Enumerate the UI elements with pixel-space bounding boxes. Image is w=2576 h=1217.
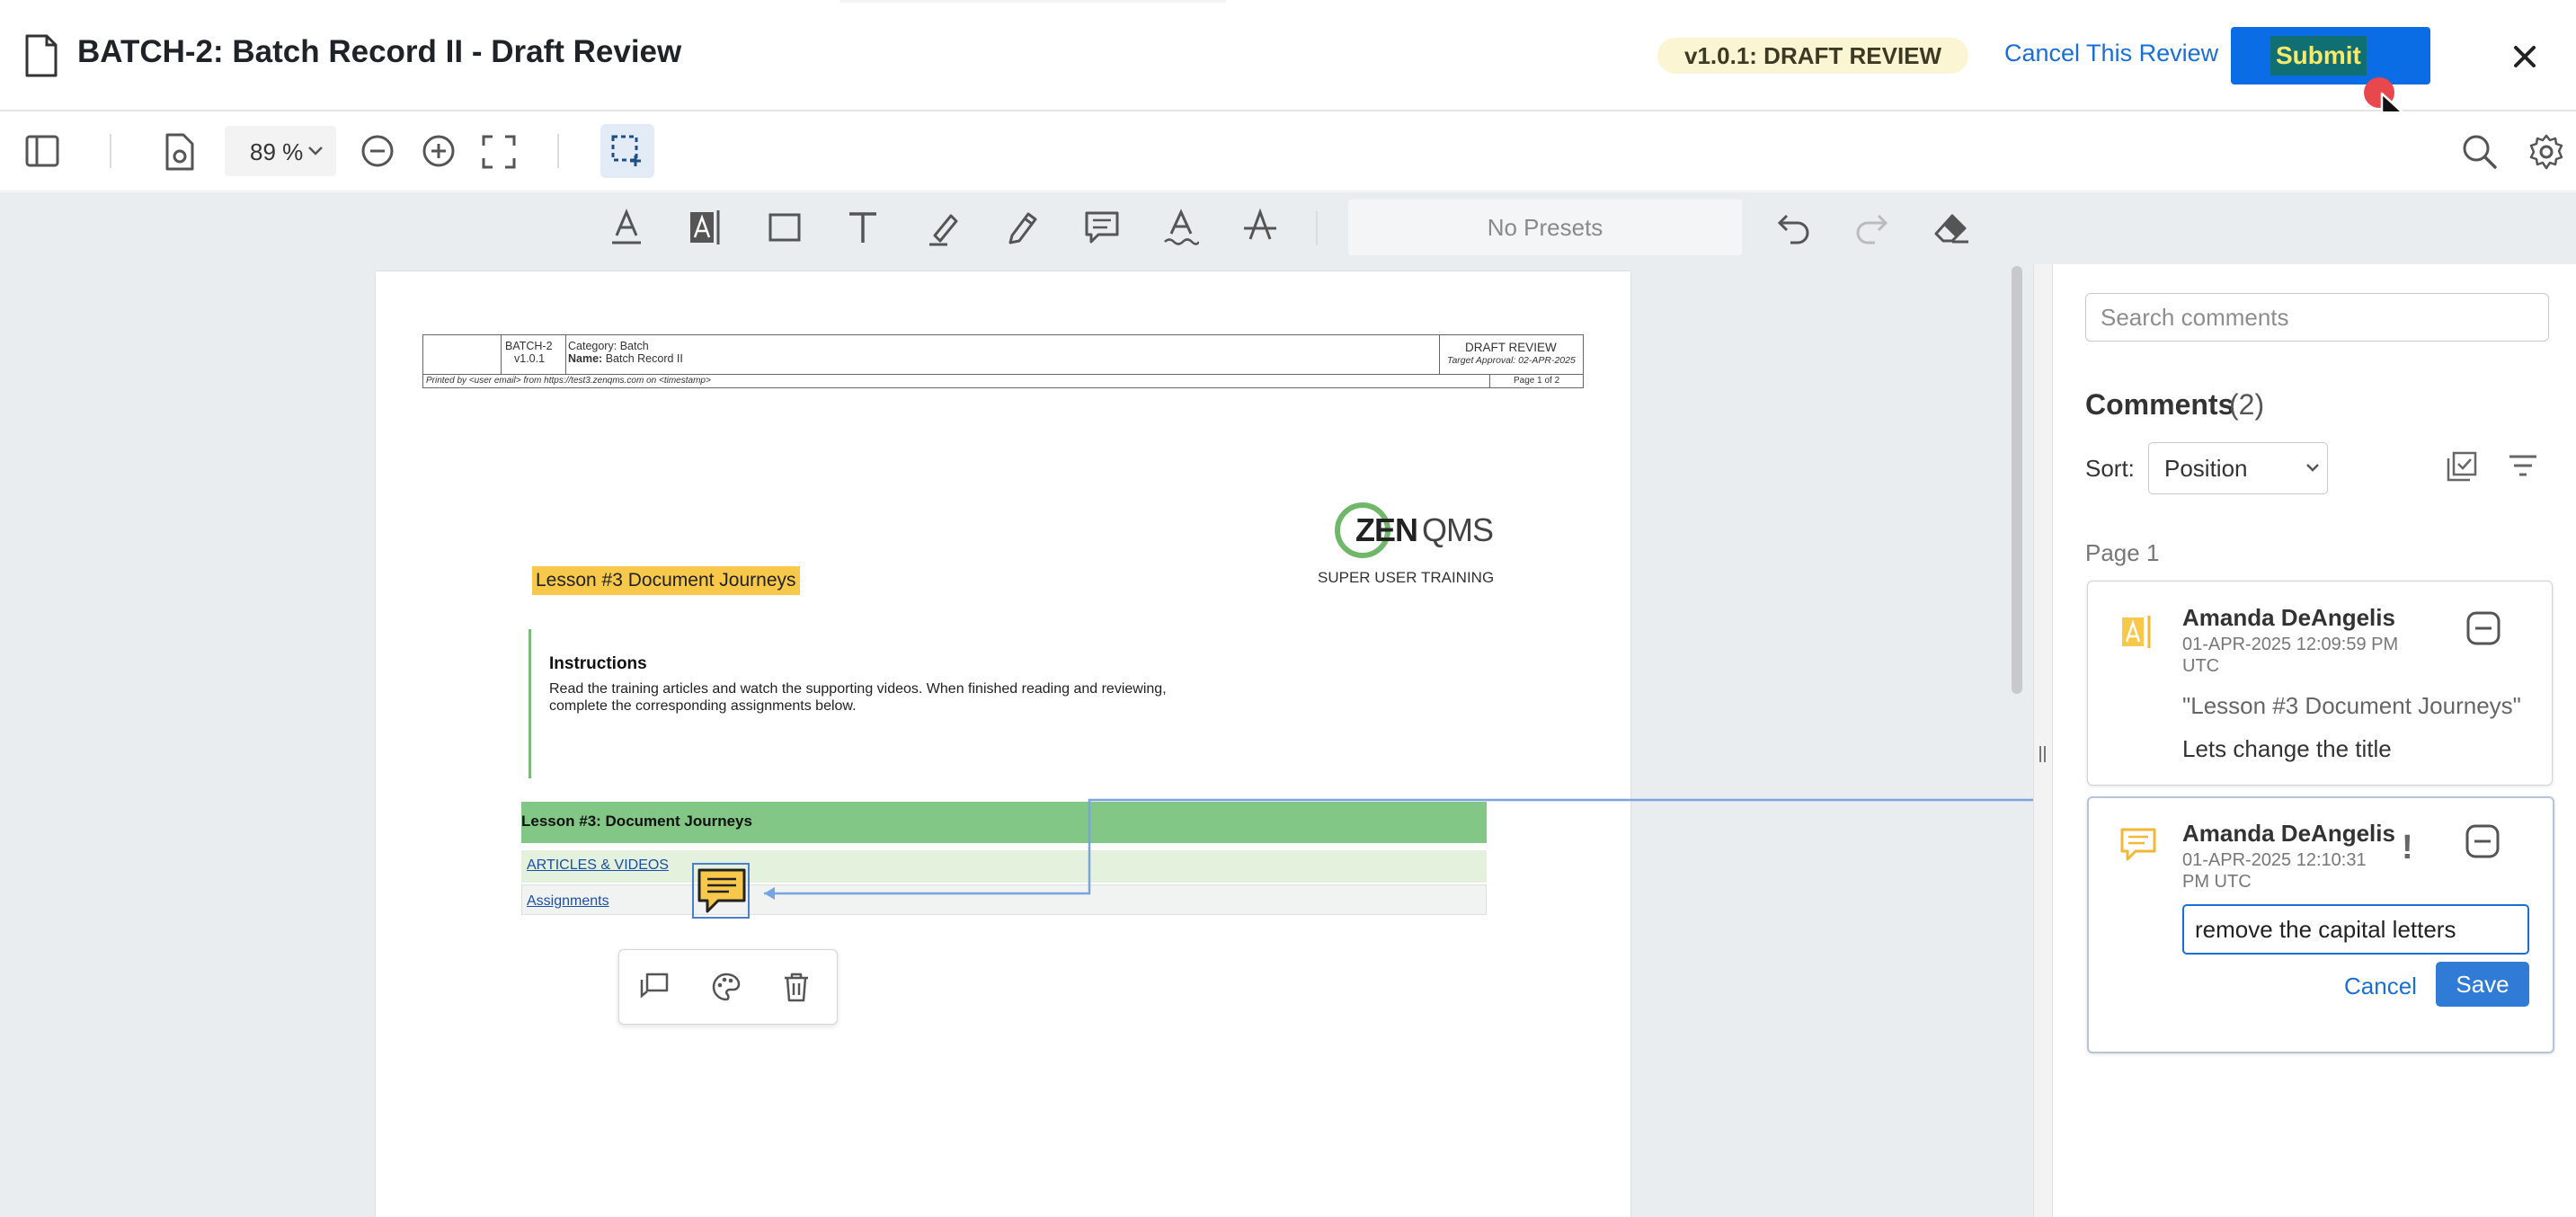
- submit-button-label: Submit: [2270, 36, 2367, 76]
- squiggly-icon[interactable]: [1163, 209, 1199, 246]
- text-underline-icon[interactable]: [609, 209, 644, 246]
- comment-edit-input[interactable]: [2182, 904, 2529, 955]
- logo-subtitle: SUPER USER TRAINING: [1318, 569, 1495, 586]
- page-settings-icon[interactable]: [164, 133, 196, 171]
- close-icon[interactable]: [2509, 41, 2540, 72]
- annotation-popup: [618, 949, 838, 1025]
- free-hand-icon[interactable]: [1005, 209, 1039, 246]
- document-icon: [23, 34, 59, 77]
- note-comment-icon: [697, 866, 747, 917]
- page-title: BATCH-2: Batch Record II - Draft Review: [77, 34, 682, 69]
- comments-heading: Comments: [2085, 388, 2234, 421]
- doc-code: BATCH-2: [505, 340, 553, 352]
- collapse-icon[interactable]: [2465, 610, 2501, 646]
- toolbar-divider: [557, 134, 559, 168]
- sidebar-toggle-icon[interactable]: [25, 135, 59, 167]
- checklist-icon[interactable]: [2447, 451, 2477, 482]
- collapse-icon[interactable]: [2465, 823, 2500, 859]
- instructions-text: complete the corresponding assignments b…: [549, 698, 857, 714]
- viewer-scrollbar[interactable]: [2012, 266, 2022, 694]
- eraser-icon[interactable]: [1932, 210, 1970, 244]
- doc-status: DRAFT REVIEW: [1465, 341, 1557, 354]
- version-status-badge: v1.0.1: DRAFT REVIEW: [1657, 38, 1969, 74]
- instructions-accent-bar: [529, 629, 531, 778]
- fullscreen-icon[interactable]: [482, 135, 516, 169]
- doc-version: v1.0.1: [514, 352, 546, 365]
- doc-name: Name: Batch Record II: [568, 352, 683, 365]
- document-page[interactable]: [376, 271, 1630, 1217]
- text-highlight-icon[interactable]: [688, 209, 723, 246]
- highlighted-lesson-title[interactable]: Lesson #3 Document Journeys: [532, 566, 800, 595]
- cancel-edit-button[interactable]: Cancel: [2344, 973, 2417, 1000]
- trash-icon[interactable]: [783, 972, 810, 1002]
- comment-icon[interactable]: [1084, 210, 1120, 244]
- instructions-heading: Instructions: [549, 654, 647, 673]
- zoom-level: 89 %: [250, 138, 304, 165]
- chevron-down-icon: [307, 146, 324, 156]
- palette-icon[interactable]: [711, 972, 742, 1002]
- annotation-toolbar: [0, 192, 2576, 264]
- instructions-text: Read the training articles and watch the…: [549, 681, 1167, 697]
- zoom-out-icon[interactable]: [360, 133, 395, 169]
- zoom-in-icon[interactable]: [421, 133, 457, 169]
- search-comments-input[interactable]: [2085, 293, 2549, 342]
- comment-author: Amanda DeAngelis: [2182, 820, 2395, 847]
- comment-quote: "Lesson #3 Document Journeys": [2182, 692, 2521, 719]
- assignments-row: [521, 884, 1487, 915]
- cancel-review-link[interactable]: Cancel This Review: [2004, 40, 2218, 67]
- comment-body: Lets change the title: [2182, 735, 2392, 762]
- submit-button[interactable]: Submit: [2231, 27, 2430, 84]
- doc-target-approval: Target Approval: 02-APR-2025: [1447, 355, 1576, 366]
- articles-videos-link[interactable]: ARTICLES & VIDEOS: [527, 857, 669, 874]
- toolbar-divider: [110, 134, 111, 168]
- comment-timestamp: UTC: [2182, 656, 2220, 676]
- sticky-note-annotation[interactable]: [692, 863, 750, 919]
- comment-timestamp: PM UTC: [2182, 872, 2252, 892]
- comment-timestamp: 01-APR-2025 12:09:59 PM: [2182, 635, 2399, 654]
- filter-icon[interactable]: [2508, 453, 2538, 478]
- comments-page-group: Page 1: [2085, 539, 2160, 566]
- highlight-comment-icon: [2120, 614, 2153, 650]
- presets-dropdown[interactable]: No Presets: [1348, 200, 1742, 255]
- search-icon[interactable]: [2461, 133, 2499, 171]
- sort-label: Sort:: [2085, 455, 2135, 482]
- panel-resize-handle[interactable]: [2033, 264, 2053, 1217]
- text-icon[interactable]: [847, 210, 879, 244]
- undo-icon[interactable]: [1776, 212, 1812, 244]
- comment-author: Amanda DeAngelis: [2182, 604, 2395, 631]
- redo-icon[interactable]: [1853, 212, 1889, 244]
- chevron-down-icon: [2305, 463, 2320, 473]
- rectangle-icon[interactable]: [768, 212, 802, 243]
- save-comment-button[interactable]: Save: [2436, 962, 2529, 1007]
- header-progress-line: [839, 0, 1226, 3]
- strikeout-icon[interactable]: [1242, 209, 1278, 244]
- reply-icon[interactable]: [639, 972, 670, 1000]
- note-comment-icon: [2119, 827, 2157, 863]
- zenqms-logo: ZEN QMS: [1334, 502, 1501, 559]
- assignments-link[interactable]: Assignments: [527, 893, 609, 910]
- sort-value: Position: [2164, 455, 2248, 482]
- settings-icon[interactable]: [2527, 133, 2565, 171]
- lesson-section-title: Lesson #3: Document Journeys: [521, 813, 752, 830]
- selection-tool-icon: [610, 134, 644, 168]
- logo-text-qms: QMS: [1422, 511, 1493, 548]
- toolbar-divider: [1316, 211, 1318, 245]
- doc-category: Category: Batch: [568, 340, 649, 352]
- pen-icon[interactable]: [926, 210, 960, 246]
- logo-text-zen: ZEN: [1355, 511, 1417, 548]
- comment-timestamp: 01-APR-2025 12:10:31: [2182, 850, 2367, 870]
- priority-indicator[interactable]: !: [2402, 829, 2413, 867]
- doc-page-number: Page 1 of 2: [1514, 376, 1560, 386]
- doc-printed-by: Printed by <user email> from https://tes…: [426, 376, 711, 386]
- comments-count: (2): [2229, 388, 2265, 421]
- selection-tool-button[interactable]: [600, 124, 654, 178]
